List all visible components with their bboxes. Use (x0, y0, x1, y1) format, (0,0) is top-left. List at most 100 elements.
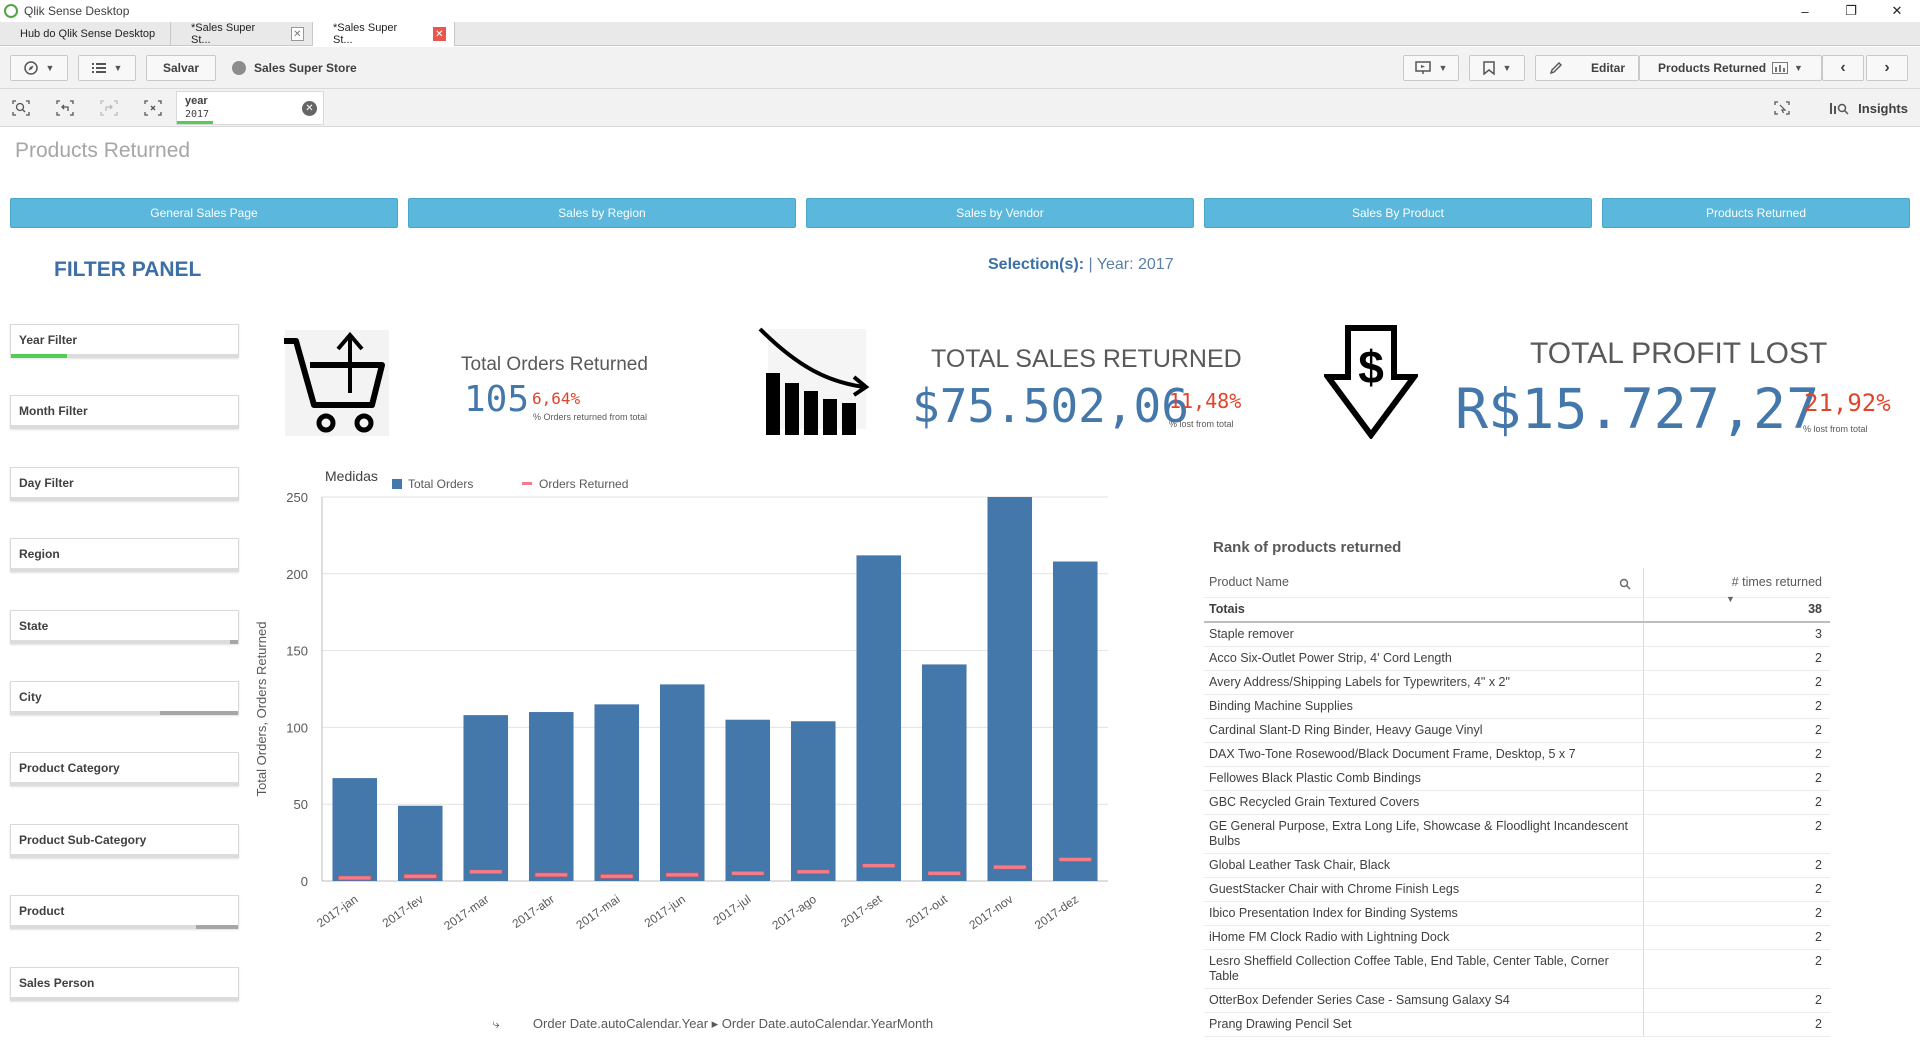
times-returned-cell: 3 (1815, 627, 1822, 641)
table-row[interactable]: Staple remover 3 (1204, 623, 1830, 647)
table-row[interactable]: Acco Six-Outlet Power Strip, 4' Cord Len… (1204, 647, 1830, 671)
close-window-button[interactable]: ✕ (1874, 0, 1920, 22)
product-name-cell: Global Leather Task Chair, Black (1204, 854, 1644, 877)
table-row[interactable]: Prang Drawing Pencil Set 2 (1204, 1013, 1830, 1037)
filter-product-category[interactable]: Product Category (10, 752, 239, 786)
table-row[interactable]: Avery Address/Shipping Labels for Typewr… (1204, 671, 1830, 695)
table-row[interactable]: GBC Recycled Grain Textured Covers 2 (1204, 791, 1830, 815)
qlik-logo-icon (4, 4, 18, 18)
chart-svg: 0 50 100 150 200 250 2017-jan 2017-fev 2017-mar 2… (254, 468, 1108, 1032)
filter-state[interactable]: State (10, 610, 239, 644)
filter-month[interactable]: Month Filter (10, 395, 239, 429)
tab-sales-super-store-2[interactable]: *Sales Super St... ✕ (313, 22, 455, 46)
nav-button-sales-by-region[interactable]: Sales by Region (408, 198, 796, 228)
filter-sales-person[interactable]: Sales Person (10, 967, 239, 1001)
column-header-times-returned[interactable]: # times returned ▼ (1644, 568, 1830, 604)
bar-total-orders (921, 664, 967, 881)
chevron-down-icon: ▼ (1794, 63, 1803, 73)
presentation-icon (1414, 61, 1431, 74)
filter-label: Month Filter (19, 404, 88, 418)
undo-selection-icon (56, 100, 74, 116)
close-tab-icon[interactable]: ✕ (432, 27, 446, 41)
step-forward-button[interactable] (94, 95, 124, 121)
column-header-product[interactable]: Product Name (1204, 568, 1644, 597)
filter-label: Region (19, 547, 60, 561)
navigation-menu-button[interactable]: ▼ (10, 55, 68, 81)
kpi-sales-sub: % lost from total (1169, 419, 1234, 429)
step-back-button[interactable] (50, 95, 80, 121)
smart-search-button[interactable] (6, 95, 36, 121)
previous-sheet-button[interactable]: ‹ (1822, 55, 1864, 81)
selection-field: year (185, 95, 208, 107)
nav-button-sales-by-vendor[interactable]: Sales by Vendor (806, 198, 1194, 228)
times-returned-cell: 2 (1815, 747, 1822, 761)
table-row[interactable]: Ibico Presentation Index for Binding Sys… (1204, 902, 1830, 926)
kpi-orders-label: Total Orders Returned (461, 354, 648, 375)
table-row[interactable]: OtterBox Defender Series Case - Samsung … (1204, 989, 1830, 1013)
table-row[interactable]: GE General Purpose, Extra Long Life, Sho… (1204, 815, 1830, 854)
x-tick-label: 2017-mai (573, 892, 622, 932)
table-row[interactable]: iHome FM Clock Radio with Lightning Dock… (1204, 926, 1830, 950)
orders-combo-chart[interactable]: 0 50 100 150 200 250 2017-jan 2017-fev 2017-mar 2… (250, 467, 1120, 1037)
table-totals-row: Totais 38 (1204, 598, 1830, 623)
marker-orders-returned (993, 864, 1027, 870)
filter-product[interactable]: Product (10, 895, 239, 929)
filter-city[interactable]: City (10, 681, 239, 715)
clear-selection-icon[interactable]: ✕ (302, 101, 317, 116)
table-row[interactable]: GuestStacker Chair with Chrome Finish Le… (1204, 878, 1830, 902)
bookmarks-button[interactable]: ▼ (1469, 55, 1525, 81)
filter-label: Product Sub-Category (19, 833, 147, 847)
selections-tool-button[interactable] (1767, 95, 1797, 121)
nav-button-products-returned[interactable]: Products Returned (1602, 198, 1910, 228)
product-name-cell: Avery Address/Shipping Labels for Typewr… (1204, 671, 1644, 694)
app-name: Sales Super Store (254, 61, 357, 75)
product-name-cell: Fellowes Black Plastic Comb Bindings (1204, 767, 1644, 790)
nav-button-general-sales[interactable]: General Sales Page (10, 198, 398, 228)
story-menu-button[interactable]: ▼ (1403, 55, 1459, 81)
sheet-selector[interactable]: Products Returned ▼ (1639, 55, 1822, 81)
drilldown-icon: ⤷ (492, 1017, 500, 1032)
filter-product-sub-category[interactable]: Product Sub-Category (10, 824, 239, 858)
y-tick-label: 250 (286, 490, 308, 505)
filter-panel-title: FILTER PANEL (54, 258, 202, 281)
legend-label-total-orders: Total Orders (408, 477, 473, 491)
table-row[interactable]: DAX Two-Tone Rosewood/Black Document Fra… (1204, 743, 1830, 767)
tab-sales-super-store-1[interactable]: *Sales Super St... ✕ (171, 22, 313, 46)
column-header-label: Product Name (1209, 575, 1289, 589)
maximize-button[interactable]: ❐ (1828, 0, 1874, 22)
save-button[interactable]: Salvar (146, 55, 216, 81)
table-row[interactable]: Lesro Sheffield Collection Coffee Table,… (1204, 950, 1830, 989)
filter-region[interactable]: Region (10, 538, 239, 572)
kpi-sales-label: TOTAL SALES RETURNED (931, 345, 1242, 373)
close-tab-icon[interactable]: ✕ (290, 27, 304, 41)
nav-button-sales-by-product[interactable]: Sales By Product (1204, 198, 1592, 228)
bar-total-orders (332, 778, 378, 881)
tab-label: *Sales Super St... (191, 22, 256, 46)
table-row[interactable]: Cardinal Slant-D Ring Binder, Heavy Gaug… (1204, 719, 1830, 743)
next-sheet-button[interactable]: › (1866, 55, 1908, 81)
edit-button[interactable]: Editar (1535, 55, 1639, 81)
filter-year[interactable]: Year Filter (10, 324, 239, 358)
selection-value: 2017 (185, 109, 210, 120)
insights-button[interactable]: Insights (1830, 95, 1908, 121)
table-row[interactable]: Binding Machine Supplies 2 (1204, 695, 1830, 719)
filter-label: Sales Person (19, 976, 95, 990)
table-row[interactable]: Fellowes Black Plastic Comb Bindings 2 (1204, 767, 1830, 791)
rank-table[interactable]: Product Name # times returned ▼ Totais 3… (1204, 568, 1830, 1037)
filter-day[interactable]: Day Filter (10, 467, 239, 501)
bar-total-orders (659, 684, 705, 881)
clear-all-selections-button[interactable] (138, 95, 168, 121)
times-returned-cell: 2 (1815, 906, 1822, 920)
global-menu-button[interactable]: ▼ (78, 55, 136, 81)
minimize-button[interactable]: – (1782, 0, 1828, 22)
table-row[interactable]: Global Leather Task Chair, Black 2 (1204, 854, 1830, 878)
x-axis-drilldown-label: Order Date.autoCalendar.Year ▸ Order Dat… (533, 1016, 933, 1031)
sheet-canvas: Products Returned General Sales Page Sal… (0, 127, 1920, 1037)
bar-total-orders (856, 555, 902, 881)
marker-orders-returned (469, 869, 503, 875)
kpi-profit-pct: 21,92% (1804, 389, 1891, 417)
times-returned-cell: 2 (1815, 819, 1822, 833)
tab-hub[interactable]: Hub do Qlik Sense Desktop (0, 22, 171, 46)
search-icon[interactable] (1619, 578, 1631, 590)
selection-chip-year[interactable]: year 2017 ✕ (176, 91, 324, 125)
